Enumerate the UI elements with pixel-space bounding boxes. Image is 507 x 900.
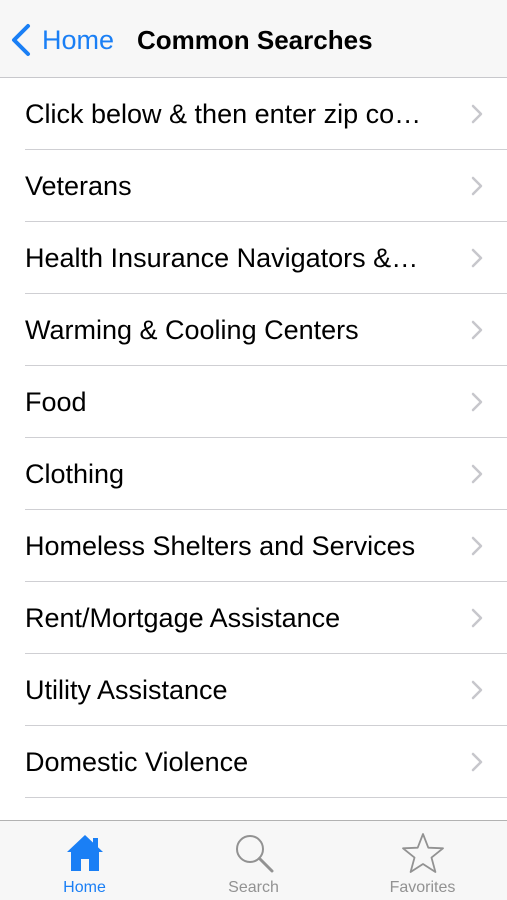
chevron-left-icon: [12, 24, 30, 56]
tab-home-label: Home: [63, 879, 106, 896]
list-item-label: Homeless Shelters and Services: [25, 531, 416, 561]
list-item[interactable]: Homeless Shelters and Services: [0, 510, 507, 582]
list-item[interactable]: Utility Assistance: [0, 654, 507, 726]
chevron-right-icon: [471, 536, 483, 556]
chevron-right-icon: [471, 680, 483, 700]
page-title: Common Searches: [137, 25, 373, 55]
tab-search[interactable]: Search: [169, 821, 338, 900]
tab-search-label: Search: [228, 879, 279, 896]
list-item-label: Warming & Cooling Centers: [25, 315, 359, 345]
back-button-label: Home: [42, 25, 115, 55]
list-item[interactable]: Warming & Cooling Centers: [0, 294, 507, 366]
star-icon: [401, 833, 444, 873]
back-button[interactable]: Home: [8, 18, 114, 62]
search-category-list: Click below & then enter zip co… Veteran…: [0, 78, 507, 820]
list-item[interactable]: Rent/Mortgage Assistance: [0, 582, 507, 654]
chevron-right-icon: [471, 320, 483, 340]
navigation-bar: Home Common Searches: [0, 0, 507, 78]
tab-favorites-label: Favorites: [389, 879, 456, 896]
tab-bar: Home Search Favorites: [0, 820, 507, 900]
list-item-label: Rent/Mortgage Assistance: [25, 603, 341, 633]
list-item-label: Utility Assistance: [25, 675, 228, 705]
chevron-right-icon: [471, 104, 483, 124]
list-item[interactable]: Clothing: [0, 438, 507, 510]
list-item[interactable]: Veterans: [0, 150, 507, 222]
list-item[interactable]: Click below & then enter zip co…: [0, 78, 507, 150]
list-item-label: Health Insurance Navigators &…: [25, 243, 419, 273]
chevron-right-icon: [471, 608, 483, 628]
list-item-label: Veterans: [25, 171, 132, 201]
home-icon: [66, 835, 103, 871]
list-item[interactable]: Health Insurance Navigators &…: [0, 222, 507, 294]
search-icon: [235, 835, 273, 873]
list-item-label: Click below & then enter zip co…: [25, 99, 422, 129]
list-item-label: Food: [25, 387, 87, 417]
chevron-right-icon: [471, 464, 483, 484]
chevron-right-icon: [471, 392, 483, 412]
list-item[interactable]: Domestic Violence: [0, 726, 507, 798]
tab-home[interactable]: Home: [0, 821, 169, 900]
chevron-right-icon: [471, 248, 483, 268]
list-item-label: Clothing: [25, 459, 125, 489]
chevron-right-icon: [471, 176, 483, 196]
list-item[interactable]: Food: [0, 366, 507, 438]
list-item-label: Domestic Violence: [25, 747, 249, 777]
chevron-right-icon: [471, 752, 483, 772]
tab-favorites[interactable]: Favorites: [338, 821, 507, 900]
